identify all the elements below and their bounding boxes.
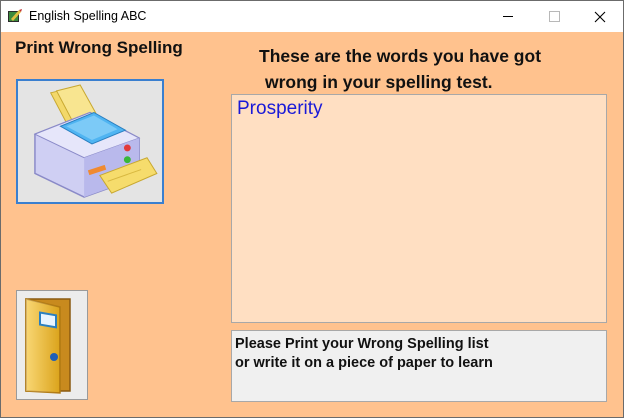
- info-message-line1: Please Print your Wrong Spelling list: [235, 336, 489, 352]
- exit-button[interactable]: [16, 290, 88, 400]
- instruction-heading-line2: wrong in your spelling test.: [265, 72, 493, 92]
- wrong-words-list[interactable]: Prosperity: [231, 94, 607, 323]
- maximize-icon: [548, 11, 560, 22]
- title-bar[interactable]: English Spelling ABC: [1, 1, 623, 32]
- info-message-box: Please Print your Wrong Spelling list or…: [231, 330, 607, 402]
- instruction-heading-line1: These are the words you have got: [259, 46, 542, 66]
- maximize-button[interactable]: [531, 1, 577, 32]
- window-title: English Spelling ABC: [29, 9, 147, 23]
- minimize-icon: [503, 16, 513, 17]
- minimize-button[interactable]: [485, 1, 531, 32]
- door-exit-icon: [25, 298, 71, 394]
- close-button[interactable]: [577, 1, 623, 32]
- list-item[interactable]: Prosperity: [237, 98, 601, 120]
- print-button[interactable]: [16, 79, 164, 204]
- app-window: English Spelling ABC Print Wrong Spellin…: [0, 0, 624, 418]
- close-icon: [594, 11, 606, 22]
- app-icon: [7, 8, 23, 24]
- page-title: Print Wrong Spelling: [15, 38, 183, 57]
- instruction-heading: These are the words you have got wrong i…: [259, 43, 599, 95]
- printer-icon: [33, 83, 158, 198]
- info-message-line2: or write it on a piece of paper to learn: [235, 355, 493, 371]
